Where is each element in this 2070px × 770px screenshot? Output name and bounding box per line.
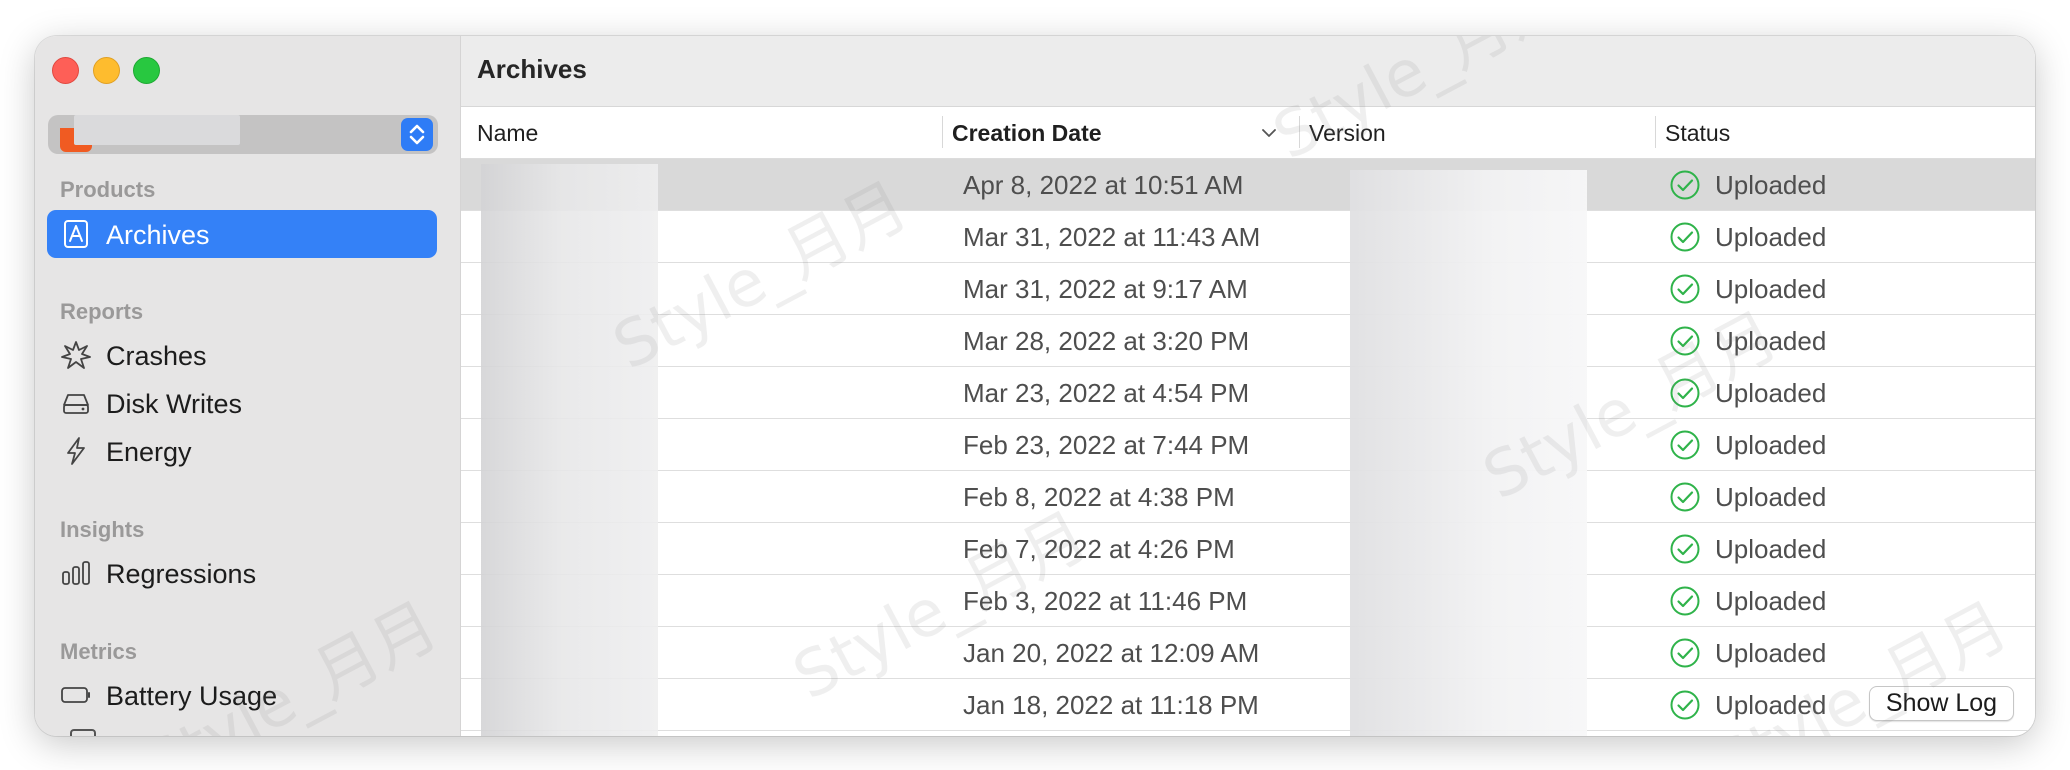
creation-date-cell: Feb 7, 2022 at 4:26 PM <box>963 534 1235 564</box>
status-label: Uploaded <box>1715 534 1827 564</box>
sidebar-item-label: Regressions <box>106 559 257 589</box>
table-row[interactable]: Mar 31, 2022 at 11:43 AM Uploaded <box>461 211 2035 263</box>
status-label: Uploaded <box>1715 482 1827 512</box>
creation-date-cell: Jan 18, 2022 at 11:18 PM <box>963 690 1259 720</box>
app-name-redacted <box>74 115 240 145</box>
table-row[interactable]: Feb 7, 2022 at 4:26 PM Uploaded <box>461 523 2035 575</box>
checkmark-circle-icon <box>1670 170 1700 200</box>
sidebar-item-regressions[interactable]: Regressions <box>47 549 437 597</box>
sidebar-item-battery-usage[interactable]: Battery Usage <box>47 671 437 719</box>
sidebar-item-archives[interactable]: Archives <box>47 210 437 258</box>
app-window: Products Archives Reports Crashes Disk W… <box>35 36 2035 736</box>
creation-date-cell: Mar 31, 2022 at 9:17 AM <box>963 274 1248 304</box>
sidebar-item-label: Disk Writes <box>106 389 243 419</box>
status-label: Uploaded <box>1715 326 1827 356</box>
sidebar-item-label: Crashes <box>106 341 207 371</box>
status-label: Uploaded <box>1715 222 1827 252</box>
table-row[interactable]: Feb 3, 2022 at 11:46 PM Uploaded <box>461 575 2035 627</box>
name-column-redacted <box>481 164 658 736</box>
checkmark-circle-icon <box>1670 430 1700 460</box>
status-label: Uploaded <box>1715 378 1827 408</box>
sidebar-item-energy[interactable]: Energy <box>47 427 437 475</box>
zoom-window-button[interactable] <box>133 57 160 84</box>
creation-date-cell: Jan 20, 2022 at 12:09 AM <box>963 638 1260 668</box>
checkmark-circle-icon <box>1670 534 1700 564</box>
close-window-button[interactable] <box>52 57 79 84</box>
lightning-bolt-icon <box>67 437 85 465</box>
table-row[interactable]: Apr 8, 2022 at 10:51 AM Uploaded <box>461 159 2035 211</box>
sidebar-item-label: Energy <box>106 437 192 467</box>
checkmark-circle-icon <box>1670 378 1700 408</box>
chevron-down-icon <box>1262 129 1276 137</box>
column-header-version[interactable]: Version <box>1300 107 1655 158</box>
status-label: Uploaded <box>1715 430 1827 460</box>
checkmark-circle-icon <box>1670 586 1700 616</box>
page-title: Archives <box>477 54 587 84</box>
section-label-products: Products <box>60 177 156 202</box>
section-label-insights: Insights <box>60 517 145 542</box>
battery-icon <box>61 687 90 703</box>
table-row[interactable]: Mar 23, 2022 at 4:54 PM Uploaded <box>461 367 2035 419</box>
table-row[interactable]: Feb 8, 2022 at 4:38 PM Uploaded <box>461 471 2035 523</box>
checkmark-circle-icon <box>1670 482 1700 512</box>
status-label: Uploaded <box>1715 586 1827 616</box>
picker-stepper-icon[interactable] <box>401 118 433 151</box>
checkmark-circle-icon <box>1670 690 1700 720</box>
creation-date-cell: Feb 3, 2022 at 11:46 PM <box>963 586 1248 616</box>
creation-date-cell: Feb 8, 2022 at 4:38 PM <box>963 482 1235 512</box>
creation-date-cell: Feb 23, 2022 at 7:44 PM <box>963 430 1250 460</box>
sidebar-item-disk-writes[interactable]: Disk Writes <box>47 379 437 427</box>
toolbar: Archives <box>461 36 2035 107</box>
status-label: Uploaded <box>1715 274 1827 304</box>
column-header-status[interactable]: Status <box>1656 107 2034 158</box>
column-header-name[interactable]: Name <box>461 107 941 158</box>
app-picker[interactable] <box>48 115 438 154</box>
creation-date-cell: Mar 31, 2022 at 11:43 AM <box>963 222 1261 252</box>
table-row[interactable]: Mar 31, 2022 at 9:17 AM Uploaded <box>461 263 2035 315</box>
sidebar-item-label: Archives <box>106 220 210 250</box>
sidebar-item-label: Battery Usage <box>106 681 278 711</box>
table-row[interactable]: Mar 28, 2022 at 3:20 PM Uploaded <box>461 315 2035 367</box>
section-label-metrics: Metrics <box>60 639 138 664</box>
version-column-redacted <box>1350 170 1587 736</box>
status-label: Uploaded <box>1715 170 1827 200</box>
creation-date-cell: Mar 23, 2022 at 4:54 PM <box>963 378 1250 408</box>
bar-graph-icon <box>62 561 90 585</box>
table-row[interactable]: Jan 20, 2022 at 12:09 AM Uploaded <box>461 627 2035 679</box>
creation-date-cell: Apr 8, 2022 at 10:51 AM <box>963 170 1244 200</box>
show-log-button[interactable]: Show Log <box>1869 686 2014 721</box>
partial-sidebar-icon <box>70 729 96 736</box>
checkmark-circle-icon <box>1670 222 1700 252</box>
column-header-creation-date[interactable]: Creation Date <box>943 107 1299 158</box>
creation-date-cell: Mar 28, 2022 at 3:20 PM <box>963 326 1250 356</box>
checkmark-circle-icon <box>1670 326 1700 356</box>
sidebar: Products Archives Reports Crashes Disk W… <box>35 36 461 736</box>
table-row[interactable]: Feb 23, 2022 at 7:44 PM Uploaded <box>461 419 2035 471</box>
archives-pane: Archives Name Creation Date Version Stat… <box>461 36 2035 736</box>
status-label: Uploaded <box>1715 690 1827 720</box>
checkmark-circle-icon <box>1670 638 1700 668</box>
checkmark-circle-icon <box>1670 274 1700 304</box>
archive-box-icon <box>64 220 88 248</box>
status-label: Uploaded <box>1715 638 1827 668</box>
table-header: Name Creation Date Version Status <box>461 107 2035 159</box>
crash-burst-icon <box>61 341 91 369</box>
table-row[interactable]: Jan 18, 2022 at 11:18 PM Uploaded Show Log <box>461 679 2035 731</box>
sidebar-item-crashes[interactable]: Crashes <box>47 331 437 379</box>
minimize-window-button[interactable] <box>93 57 120 84</box>
disk-drive-icon <box>63 394 89 414</box>
section-label-reports: Reports <box>60 299 144 324</box>
